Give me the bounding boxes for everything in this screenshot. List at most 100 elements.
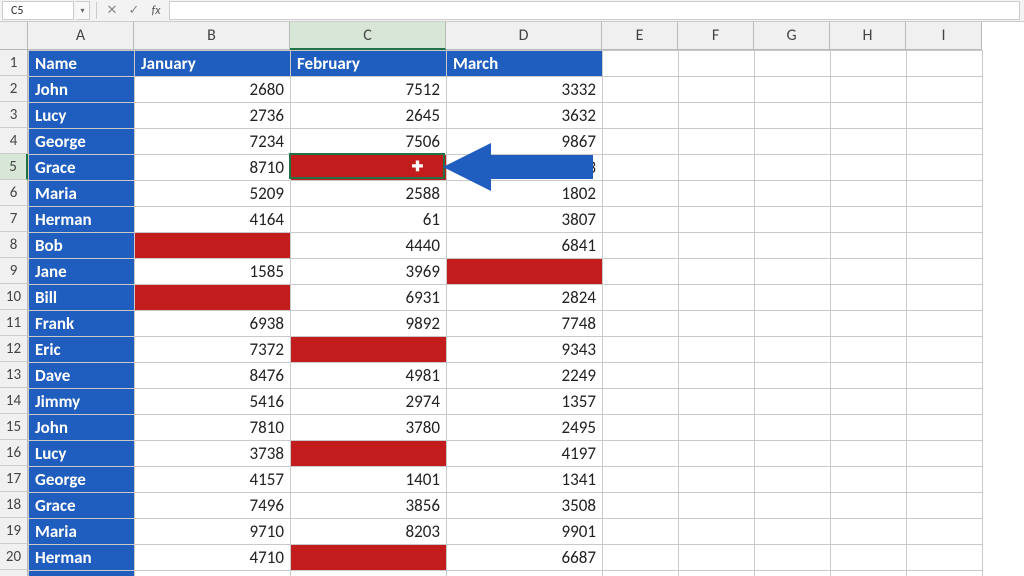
row-header-3[interactable]: 3 (0, 102, 28, 128)
cell[interactable] (907, 311, 983, 337)
cell[interactable] (831, 337, 907, 363)
cell-name[interactable]: Maria (29, 181, 135, 207)
cell[interactable] (755, 493, 831, 519)
cell[interactable] (755, 441, 831, 467)
cell[interactable] (907, 207, 983, 233)
cell[interactable]: 7496 (135, 493, 291, 519)
cell[interactable] (603, 363, 679, 389)
cell[interactable]: 2495 (447, 415, 603, 441)
cell[interactable] (679, 285, 755, 311)
cell[interactable]: 5416 (135, 389, 291, 415)
cell[interactable] (679, 207, 755, 233)
cell[interactable] (907, 285, 983, 311)
cell[interactable]: 7810 (135, 415, 291, 441)
cell[interactable] (907, 233, 983, 259)
cell[interactable] (907, 571, 983, 576)
col-header-B[interactable]: B (134, 22, 290, 50)
cell[interactable]: 4710 (135, 545, 291, 571)
cell[interactable] (831, 259, 907, 285)
col-header-I[interactable]: I (906, 22, 982, 50)
cell[interactable]: 3969 (291, 259, 447, 285)
cell[interactable] (603, 545, 679, 571)
cell[interactable] (755, 389, 831, 415)
col-header-F[interactable]: F (678, 22, 754, 50)
cell-name[interactable]: Frank (29, 311, 135, 337)
cell[interactable] (831, 103, 907, 129)
cell[interactable] (603, 259, 679, 285)
cell[interactable]: 8476 (135, 363, 291, 389)
cell[interactable] (447, 259, 603, 285)
col-header-C[interactable]: C (290, 22, 446, 50)
cell[interactable] (831, 233, 907, 259)
cell[interactable] (679, 337, 755, 363)
cell[interactable]: 4164 (135, 207, 291, 233)
cell[interactable] (831, 519, 907, 545)
cell[interactable] (603, 77, 679, 103)
cell[interactable] (831, 181, 907, 207)
cell[interactable] (679, 103, 755, 129)
cell[interactable]: 6931 (291, 285, 447, 311)
cell[interactable]: 3332 (447, 77, 603, 103)
cell[interactable]: 3632 (447, 103, 603, 129)
cell[interactable] (755, 363, 831, 389)
row-header-1[interactable]: 1 (0, 50, 28, 76)
cell[interactable] (755, 181, 831, 207)
cell[interactable] (755, 233, 831, 259)
row-header-20[interactable]: 20 (0, 544, 28, 570)
cell[interactable] (831, 441, 907, 467)
cell[interactable] (755, 311, 831, 337)
row-header-19[interactable]: 19 (0, 518, 28, 544)
cell[interactable]: 9150 (291, 571, 447, 576)
cell[interactable] (603, 103, 679, 129)
cell[interactable] (831, 285, 907, 311)
cell[interactable] (603, 311, 679, 337)
cell[interactable]: 2680 (135, 77, 291, 103)
row-header-11[interactable]: 11 (0, 310, 28, 336)
cell-name[interactable]: Jimmy (29, 389, 135, 415)
cell[interactable] (831, 467, 907, 493)
cell-name[interactable]: Bob (29, 571, 135, 576)
cell[interactable] (907, 441, 983, 467)
cell[interactable]: 6841 (447, 233, 603, 259)
cell[interactable] (907, 129, 983, 155)
row-header-17[interactable]: 17 (0, 466, 28, 492)
cell[interactable] (907, 259, 983, 285)
cell[interactable] (755, 285, 831, 311)
cell[interactable] (135, 285, 291, 311)
row-header-2[interactable]: 2 (0, 76, 28, 102)
cell[interactable] (831, 363, 907, 389)
cell[interactable] (907, 519, 983, 545)
cell-name[interactable]: Lucy (29, 103, 135, 129)
cell[interactable] (603, 467, 679, 493)
cell[interactable] (679, 311, 755, 337)
cell[interactable] (603, 519, 679, 545)
cell[interactable]: 3738 (135, 441, 291, 467)
cell[interactable]: 2824 (447, 285, 603, 311)
cell-name[interactable]: Dave (29, 363, 135, 389)
cell[interactable] (755, 415, 831, 441)
cell[interactable] (831, 51, 907, 77)
cell[interactable] (679, 519, 755, 545)
cell[interactable]: 3508 (447, 493, 603, 519)
cell[interactable] (679, 259, 755, 285)
cell[interactable] (603, 337, 679, 363)
cell[interactable] (755, 77, 831, 103)
cell[interactable]: 1357 (447, 389, 603, 415)
cell[interactable] (679, 77, 755, 103)
cell-header[interactable]: February (291, 51, 447, 77)
cell-header[interactable]: January (135, 51, 291, 77)
cell[interactable] (907, 77, 983, 103)
cell[interactable] (679, 155, 755, 181)
cell[interactable] (603, 181, 679, 207)
name-box[interactable]: C5 (2, 1, 74, 20)
cell[interactable]: 4197 (447, 441, 603, 467)
col-header-H[interactable]: H (830, 22, 906, 50)
cell[interactable] (603, 415, 679, 441)
cell[interactable]: 1873 (447, 571, 603, 576)
cell-name[interactable]: Herman (29, 545, 135, 571)
cell-name[interactable]: Grace (29, 155, 135, 181)
cell[interactable] (907, 363, 983, 389)
cell[interactable]: 3807 (447, 207, 603, 233)
cell-name[interactable]: Bill (29, 285, 135, 311)
cell[interactable] (679, 467, 755, 493)
